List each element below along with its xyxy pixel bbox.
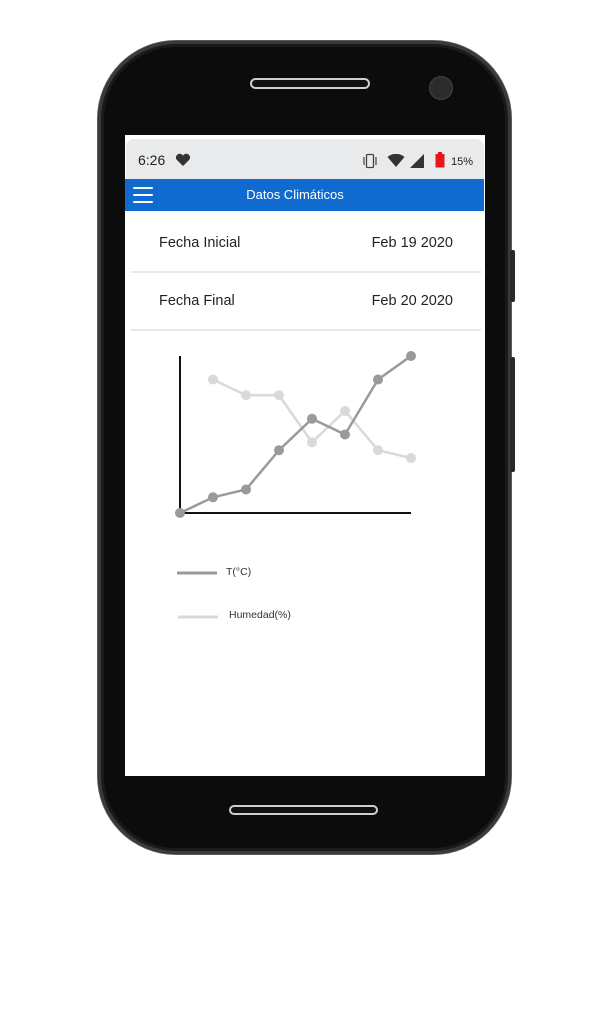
power-button — [510, 250, 515, 302]
data-point-humidity-6 — [373, 445, 383, 456]
data-point-temperature-8 — [406, 351, 416, 361]
volume-button — [510, 357, 515, 472]
data-point-temperature-2 — [208, 492, 218, 503]
data-point-temperature-6 — [340, 429, 350, 440]
data-point-humidity-4 — [307, 437, 317, 448]
legend-label-temperature: T(°C) — [226, 566, 251, 578]
data-point-temperature-4 — [274, 445, 284, 456]
data-point-humidity-1 — [208, 374, 218, 385]
data-point-temperature-1 — [175, 508, 185, 518]
data-point-temperature-7 — [373, 374, 383, 385]
earpiece-speaker — [250, 78, 370, 89]
bottom-speaker — [229, 805, 378, 815]
climate-line-chart: T(°C) Humedad(%) — [175, 351, 416, 621]
data-point-temperature-3 — [241, 484, 251, 495]
data-point-humidity-3 — [274, 390, 284, 401]
legend-label-humidity: Humedad(%) — [229, 609, 291, 621]
app-screen: 6:26 15% Datos Climáticos Fecha Inicial … — [125, 135, 485, 776]
front-camera — [429, 76, 453, 100]
data-point-humidity-2 — [241, 390, 251, 401]
data-point-humidity-7 — [406, 453, 416, 464]
data-point-temperature-5 — [307, 413, 317, 424]
data-point-humidity-5 — [340, 405, 350, 416]
series-layer — [175, 351, 416, 518]
